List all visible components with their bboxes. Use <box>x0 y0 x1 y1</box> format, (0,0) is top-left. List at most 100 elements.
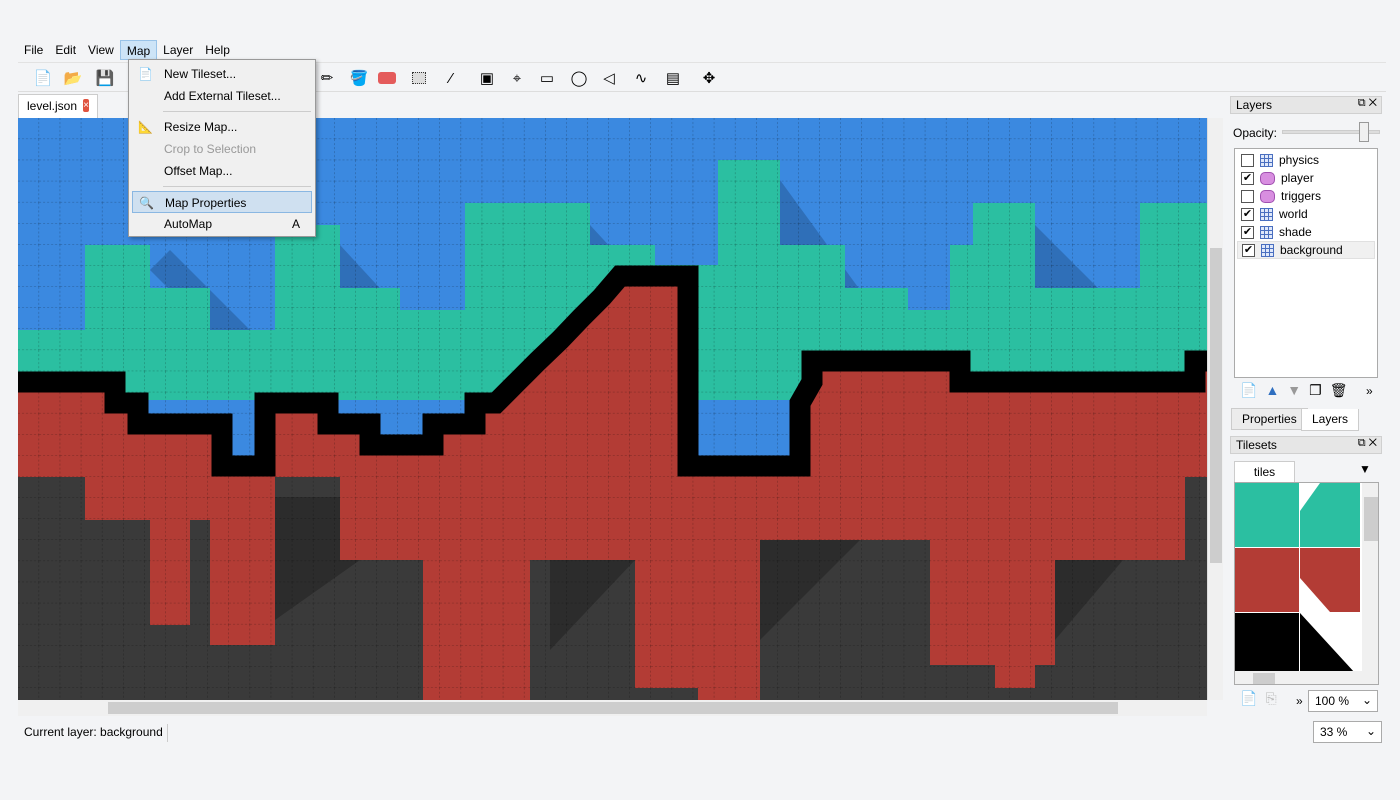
slider-handle[interactable] <box>1359 122 1369 142</box>
more-button[interactable]: » <box>1366 384 1373 398</box>
tab-level-json[interactable]: level.json × <box>18 94 98 118</box>
horizontal-scrollbar[interactable] <box>18 700 1207 716</box>
layer-list: physics ✔ player triggers ✔ world ✔ shade ✔… <box>1234 148 1378 378</box>
object-layer-icon <box>1260 171 1275 185</box>
insert-polyline-icon[interactable]: ∿ <box>630 67 652 89</box>
tab-label: level.json <box>27 99 78 113</box>
raise-layer-icon[interactable]: ▲ <box>1265 382 1279 399</box>
tab-properties[interactable]: Properties <box>1231 408 1308 430</box>
tileset-zoom-select[interactable]: 100 % ⌄ <box>1308 690 1378 712</box>
layer-row-world[interactable]: ✔ world <box>1237 205 1375 223</box>
tileset-toolbar: 📄 ⎘ <box>1240 690 1277 707</box>
layer-name: shade <box>1279 225 1312 239</box>
open-icon[interactable]: 📂 <box>62 67 84 89</box>
visibility-checkbox[interactable] <box>1241 189 1254 203</box>
save-icon[interactable]: 💾 <box>94 67 116 89</box>
menu-map[interactable]: Map <box>119 40 158 60</box>
bucket-fill-icon[interactable]: 🪣 <box>348 67 370 89</box>
vertical-scrollbar[interactable] <box>1207 118 1223 700</box>
tile-layer-icon <box>1261 243 1274 257</box>
close-icon[interactable]: ✕ <box>1369 97 1377 109</box>
tile-layer-icon <box>1260 153 1273 167</box>
visibility-checkbox[interactable]: ✔ <box>1241 207 1254 221</box>
visibility-checkbox[interactable]: ✔ <box>1241 171 1254 185</box>
insert-tile-icon[interactable]: ▤ <box>662 67 684 89</box>
layer-name: background <box>1280 243 1343 257</box>
layer-name: player <box>1281 171 1314 185</box>
layer-row-shade[interactable]: ✔ shade <box>1237 223 1375 241</box>
move-icon[interactable]: ✥ <box>698 67 720 89</box>
menu-item-resize-map[interactable]: 📐 Resize Map... <box>132 116 312 138</box>
menu-item-crop-to-selection: Crop to Selection <box>132 138 312 160</box>
menu-file[interactable]: File <box>18 40 49 60</box>
tileset-menu-icon[interactable]: ▼ <box>1359 462 1371 476</box>
menu-item-label: Map Properties <box>165 196 247 210</box>
edit-polygons-icon[interactable]: ⌖ <box>506 67 528 89</box>
close-icon[interactable]: × <box>83 99 89 112</box>
menu-item-label: Offset Map... <box>164 164 233 178</box>
more-button[interactable]: » <box>1296 694 1303 708</box>
select-objects-icon[interactable]: ▣ <box>476 67 498 89</box>
menu-item-offset-map[interactable]: Offset Map... <box>132 160 312 182</box>
layer-row-triggers[interactable]: triggers <box>1237 187 1375 205</box>
menu-item-new-tileset[interactable]: 📄 New Tileset... <box>132 63 312 85</box>
menu-item-label: New Tileset... <box>164 67 237 81</box>
lower-layer-icon[interactable]: ▼ <box>1287 382 1301 399</box>
tileset-tab-tiles[interactable]: tiles <box>1234 461 1295 482</box>
layer-row-background[interactable]: ✔ background <box>1237 241 1375 259</box>
menu-separator <box>163 111 311 112</box>
selected-value: 33 % <box>1320 725 1348 739</box>
new-map-icon[interactable]: 📄 <box>32 67 54 89</box>
opacity-label: Opacity: <box>1233 126 1278 140</box>
menu-item-label: AutoMap <box>164 217 213 231</box>
visibility-checkbox[interactable]: ✔ <box>1241 225 1254 239</box>
menu-layer[interactable]: Layer <box>157 40 199 60</box>
opacity-slider[interactable] <box>1282 122 1380 142</box>
insert-rectangle-icon[interactable]: ▭ <box>536 67 558 89</box>
visibility-checkbox[interactable] <box>1241 153 1254 167</box>
new-tileset-icon: 📄 <box>138 67 153 81</box>
scroll-thumb[interactable] <box>1210 248 1222 563</box>
map-menu-dropdown: 📄 New Tileset... Add External Tileset... … <box>128 59 316 237</box>
layer-row-player[interactable]: ✔ player <box>1237 169 1375 187</box>
menu-item-map-properties[interactable]: 🔍 Map Properties <box>132 191 312 213</box>
scroll-thumb[interactable] <box>108 702 1118 714</box>
layer-row-physics[interactable]: physics <box>1237 151 1375 169</box>
close-icon[interactable]: ✕ <box>1369 437 1377 449</box>
magic-wand-icon[interactable]: ⁄ <box>440 67 462 89</box>
tile-layer-icon <box>1260 225 1273 239</box>
status-bar-text: Current layer: background <box>20 724 168 742</box>
import-tileset-icon[interactable]: ⎘ <box>1265 690 1276 707</box>
tab-layers[interactable]: Layers <box>1301 409 1360 431</box>
duplicate-layer-icon[interactable]: ❐ <box>1309 382 1322 399</box>
stamp-brush-icon[interactable]: ✏ <box>316 67 338 89</box>
menu-edit[interactable]: Edit <box>49 40 82 60</box>
menu-item-add-external-tileset[interactable]: Add External Tileset... <box>132 85 312 107</box>
chevron-down-icon: ⌄ <box>1365 724 1376 738</box>
layer-name: world <box>1279 207 1308 221</box>
map-zoom-select[interactable]: 33 % ⌄ <box>1313 721 1382 743</box>
insert-ellipse-icon[interactable]: ◯ <box>568 67 590 89</box>
eraser-icon[interactable] <box>376 67 398 89</box>
menu-help[interactable]: Help <box>199 40 236 60</box>
map-properties-icon: 🔍 <box>139 196 154 210</box>
menu-view[interactable]: View <box>82 40 120 60</box>
new-layer-icon[interactable]: 📄 <box>1240 382 1257 399</box>
selected-value: 100 % <box>1315 694 1350 708</box>
float-icon[interactable]: ⧉ <box>1358 97 1366 109</box>
visibility-checkbox[interactable]: ✔ <box>1242 243 1255 257</box>
menu-item-automap[interactable]: AutoMap A <box>132 213 312 235</box>
layers-panel-title: Layers ⧉ ✕ <box>1230 96 1382 114</box>
tileset-tiles <box>1235 483 1378 684</box>
chevron-down-icon: ⌄ <box>1361 693 1372 707</box>
new-tileset-icon[interactable]: 📄 <box>1240 690 1257 707</box>
tileset-view[interactable] <box>1234 482 1379 685</box>
insert-polygon-icon[interactable]: ◁ <box>598 67 620 89</box>
rect-select-icon[interactable] <box>408 67 430 89</box>
delete-layer-icon[interactable]: 🗑 <box>1330 382 1348 399</box>
tile-layer-icon <box>1260 207 1273 221</box>
float-icon[interactable]: ⧉ <box>1358 437 1366 449</box>
menu-item-label: Crop to Selection <box>164 142 257 156</box>
layer-name: physics <box>1279 153 1320 167</box>
panel-title: Layers <box>1236 98 1273 112</box>
